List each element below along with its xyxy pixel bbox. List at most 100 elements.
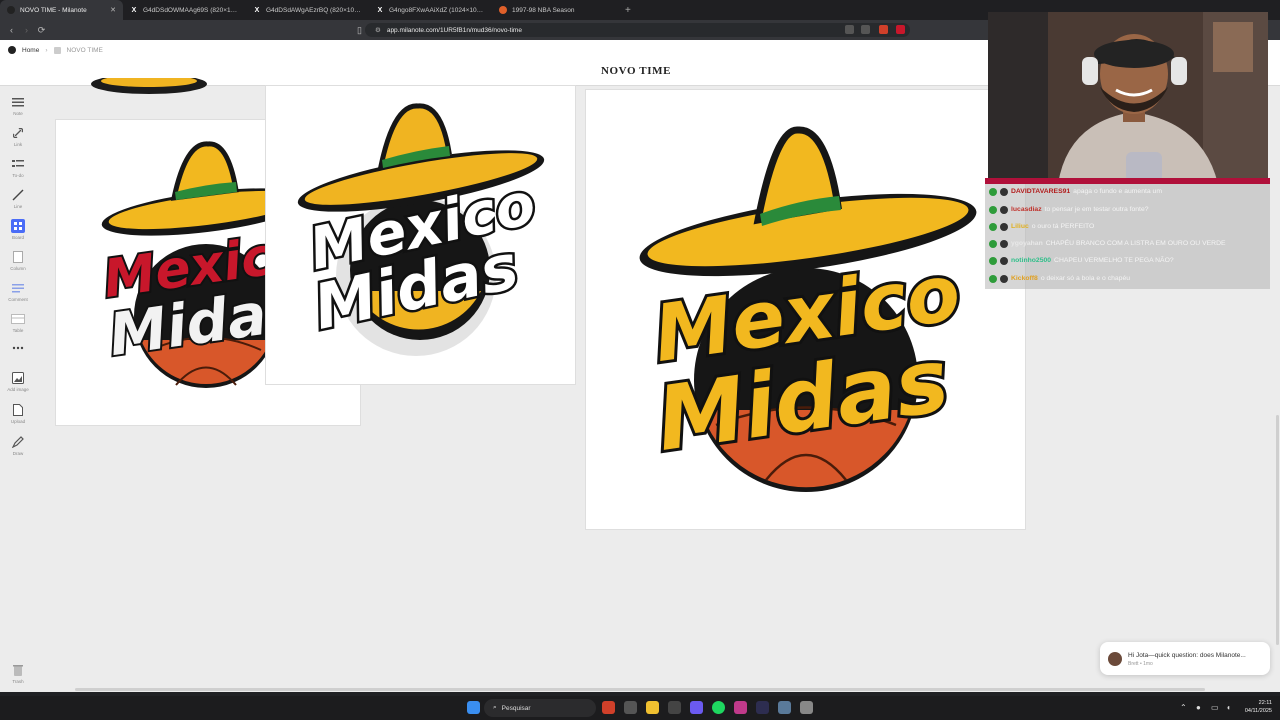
app-icon[interactable] xyxy=(734,701,747,714)
address-bar[interactable]: ⚙ app.milanote.com/1UR5fB1n/mud36/novo-t… xyxy=(365,23,910,37)
tab-1[interactable]: X G4dDSdOWMAAg69S (820×1024) xyxy=(123,0,246,20)
obs-icon[interactable] xyxy=(668,701,681,714)
brave-browser-icon[interactable] xyxy=(602,701,615,714)
gear-icon[interactable] xyxy=(778,701,791,714)
mod-badge-icon xyxy=(1000,239,1008,248)
tab-4[interactable]: 1997-98 NBA Season xyxy=(492,0,615,20)
site-info-icon[interactable]: ⚙ xyxy=(375,26,381,34)
tool-link[interactable]: Link xyxy=(3,127,33,147)
chat-line: notinho2500 CHAPEU VERMELHO TE PEGA NÃO? xyxy=(989,254,1174,267)
basketball-icon xyxy=(499,6,507,14)
breadcrumb: Home › NOVO TIME xyxy=(8,46,103,54)
tab-2[interactable]: X G4dDSdAWgAEzrBQ (820×1024) xyxy=(246,0,369,20)
terminal-icon[interactable] xyxy=(756,701,769,714)
tool-board[interactable]: Board xyxy=(3,219,33,240)
tool-add-image[interactable]: Add image xyxy=(3,372,33,392)
logo-fragment-image[interactable] xyxy=(91,78,211,98)
chat-line: DAVIDTAVARES91 apaga o fundo e aumenta um xyxy=(989,185,1162,198)
tool-more[interactable] xyxy=(3,342,33,354)
new-tab-button[interactable]: + xyxy=(615,5,641,16)
extension-icon[interactable] xyxy=(896,25,905,34)
tool-line[interactable]: Line xyxy=(3,189,33,209)
taskbar-clock[interactable]: 22:11 04/11/2025 xyxy=(1245,699,1272,715)
forward-icon[interactable]: › xyxy=(19,25,34,35)
chat-message: CHAPÉU BRANCO COM A LISTRA EM OURO OU VE… xyxy=(1045,240,1226,247)
column-icon xyxy=(11,251,25,263)
snipping-tool-icon[interactable] xyxy=(800,701,813,714)
chat-line: lucasdiaz to pensar je em testar outra fo… xyxy=(989,203,1149,216)
taskbar-search[interactable]: ⌕ Pesquisar xyxy=(484,699,596,717)
vertical-scrollbar[interactable] xyxy=(1276,415,1279,645)
logo-image-card-3[interactable]: Mexico Midas xyxy=(586,90,1025,529)
x-icon: X xyxy=(131,6,137,14)
breadcrumb-current[interactable]: NOVO TIME xyxy=(67,47,103,54)
table-icon xyxy=(11,313,25,325)
breadcrumb-separator-icon: › xyxy=(45,46,48,54)
mod-badge-icon xyxy=(1000,222,1008,231)
sub-badge-icon xyxy=(989,239,997,248)
tool-label: Table xyxy=(12,328,24,333)
cast-icon[interactable] xyxy=(845,25,854,34)
volume-icon[interactable]: ◖ xyxy=(1226,703,1231,712)
upload-icon xyxy=(11,404,25,416)
chevron-up-icon[interactable]: ⌃ xyxy=(1180,703,1187,712)
tool-label: Draw xyxy=(12,451,24,456)
chat-username: DAVIDTAVARES91 xyxy=(1011,188,1071,195)
sub-badge-icon xyxy=(989,256,997,265)
clock-time: 22:11 xyxy=(1258,700,1272,706)
search-icon: ⌕ xyxy=(493,704,497,711)
tool-upload[interactable]: Upload xyxy=(3,404,33,424)
trash-icon xyxy=(11,664,25,676)
chat-line: Kickoff8 o deixar só a bola e o chapéu xyxy=(989,272,1130,285)
url-text: app.milanote.com/1UR5fB1n/mud36/novo-tim… xyxy=(386,26,522,34)
tab-title: NOVO TIME - Milanote xyxy=(20,6,87,14)
tool-label: Comment xyxy=(8,297,28,302)
breadcrumb-home[interactable]: Home xyxy=(22,47,39,54)
network-icon[interactable]: ▭ xyxy=(1211,703,1219,712)
note-icon xyxy=(11,96,25,108)
search-placeholder: Pesquisar xyxy=(501,704,531,712)
microphone-icon[interactable]: ● xyxy=(1196,703,1201,712)
chat-message: to pensar je em testar outra fonte? xyxy=(1044,206,1149,213)
tool-draw[interactable]: Draw xyxy=(3,436,33,456)
tool-label: Note xyxy=(13,111,23,116)
sub-badge-icon xyxy=(989,222,997,231)
image-icon xyxy=(11,372,25,384)
tab-title: G4dDSdAWgAEzrBQ (820×1024) xyxy=(266,6,362,14)
tool-comment[interactable]: Comment xyxy=(3,282,33,302)
more-icon xyxy=(11,342,25,354)
support-chat-toast[interactable]: Hi Jota—quick question: does Milanote...… xyxy=(1100,642,1270,675)
streamer-camera-image xyxy=(988,12,1268,184)
horizontal-scrollbar[interactable] xyxy=(75,688,1205,691)
link-icon xyxy=(11,127,25,139)
brave-shield-icon[interactable] xyxy=(879,25,888,34)
share-icon[interactable] xyxy=(861,25,870,34)
close-tab-icon[interactable]: ✕ xyxy=(110,6,116,14)
milanote-icon xyxy=(7,6,15,14)
start-menu-icon[interactable] xyxy=(467,701,480,714)
chat-username: Liliuc xyxy=(1011,223,1029,230)
spotify-icon[interactable] xyxy=(712,701,725,714)
tool-trash[interactable]: Trash xyxy=(3,664,33,684)
discord-icon[interactable] xyxy=(690,701,703,714)
tool-label: Line xyxy=(13,204,23,209)
settings-icon[interactable] xyxy=(624,701,637,714)
tool-todo[interactable]: To-do xyxy=(3,158,33,178)
back-icon[interactable]: ‹ xyxy=(4,25,19,35)
logo-image-card-2[interactable]: Mexico Midas xyxy=(266,86,575,384)
tab-title: 1997-98 NBA Season xyxy=(512,6,575,14)
chat-username: lucasdiaz xyxy=(1011,206,1042,213)
tool-table[interactable]: Table xyxy=(3,313,33,333)
milanote-logo-icon[interactable] xyxy=(8,46,16,54)
toast-meta: Brett • 1mo xyxy=(1128,660,1153,667)
folder-icon[interactable] xyxy=(646,701,659,714)
tool-note[interactable]: Note xyxy=(3,96,33,116)
tab-0[interactable]: NOVO TIME - Milanote ✕ xyxy=(0,0,123,20)
line-icon xyxy=(11,189,25,201)
reload-icon[interactable]: ⟳ xyxy=(34,25,49,36)
sub-badge-icon xyxy=(989,205,997,214)
tab-3[interactable]: X G4ngo8FXwAAiXdZ (1024×1024) xyxy=(369,0,492,20)
tool-column[interactable]: Column xyxy=(3,251,33,271)
tool-label: Trash xyxy=(12,679,24,684)
draw-icon xyxy=(11,436,25,448)
